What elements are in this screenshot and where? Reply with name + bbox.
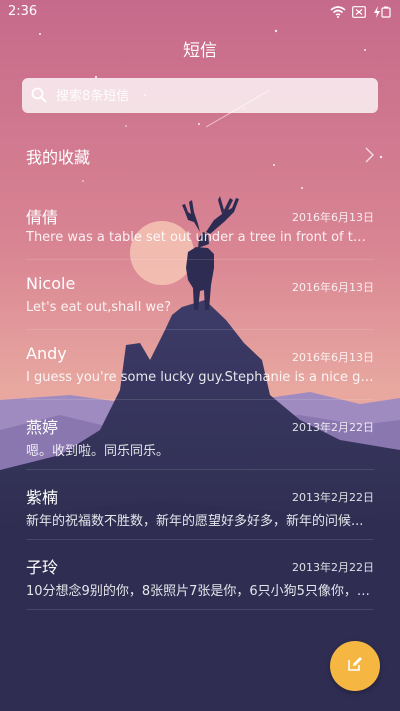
contact-name: Andy <box>26 344 67 363</box>
compose-button[interactable] <box>330 641 380 691</box>
status-time: 2:36 <box>8 4 38 19</box>
message-date: 2013年2月22日 <box>292 491 374 504</box>
message-date: 2013年2月22日 <box>292 561 374 574</box>
message-date: 2016年6月13日 <box>292 351 374 364</box>
search-bar[interactable] <box>22 78 378 113</box>
search-icon <box>31 86 47 108</box>
contact-name: 子玲 <box>26 558 59 577</box>
contact-name: 燕婷 <box>26 418 59 437</box>
message-date: 2016年6月13日 <box>292 281 374 294</box>
status-icons <box>330 4 392 20</box>
contact-name: 倩倩 <box>26 208 59 227</box>
status-bar: 2:36 <box>0 0 400 24</box>
message-preview: 新年的祝福数不胜数，新年的愿望好多好多，新年的问候... <box>26 514 364 529</box>
charging-icon <box>372 6 392 18</box>
screen: 2:36 短信 我的收藏 倩倩 2016年6月13 <box>0 0 400 711</box>
chevron-right-icon <box>365 147 374 167</box>
conversation-item[interactable]: 紫楠 2013年2月22日 新年的祝福数不胜数，新年的愿望好多好多，新年的问候.… <box>0 470 400 540</box>
message-preview: Let's eat out,shall we? <box>26 300 172 315</box>
message-preview: 10分想念9别的你，8张照片7张是你，6只小狗5只像你，4... <box>26 584 374 599</box>
message-date: 2013年2月22日 <box>292 421 374 434</box>
page-title: 短信 <box>183 41 217 61</box>
wifi-icon <box>330 6 346 18</box>
conversation-item[interactable]: Nicole 2016年6月13日 Let's eat out,shall we… <box>0 260 400 330</box>
conversation-item[interactable]: 倩倩 2016年6月13日 There was a table set out … <box>0 190 400 260</box>
search-input[interactable] <box>54 80 358 113</box>
conversation-item[interactable]: Andy 2016年6月13日 I guess you're some luck… <box>0 330 400 400</box>
contact-name: Nicole <box>26 274 76 293</box>
conversation-item[interactable]: 子玲 2013年2月22日 10分想念9别的你，8张照片7张是你，6只小狗5只像… <box>0 540 400 610</box>
message-preview: I guess you're some lucky guy.Stephanie … <box>26 370 374 385</box>
compose-icon <box>347 656 363 676</box>
contact-name: 紫楠 <box>26 488 59 507</box>
sim-card-icon <box>352 6 366 18</box>
favorites-row[interactable]: 我的收藏 <box>0 130 400 180</box>
message-preview: There was a table set out under a tree i… <box>26 230 374 245</box>
conversation-list: 倩倩 2016年6月13日 There was a table set out … <box>0 190 400 610</box>
conversation-item[interactable]: 燕婷 2013年2月22日 嗯。收到啦。同乐同乐。 <box>0 400 400 470</box>
message-preview: 嗯。收到啦。同乐同乐。 <box>26 444 170 459</box>
divider <box>26 609 374 610</box>
message-date: 2016年6月13日 <box>292 211 374 224</box>
favorites-label: 我的收藏 <box>26 148 91 167</box>
